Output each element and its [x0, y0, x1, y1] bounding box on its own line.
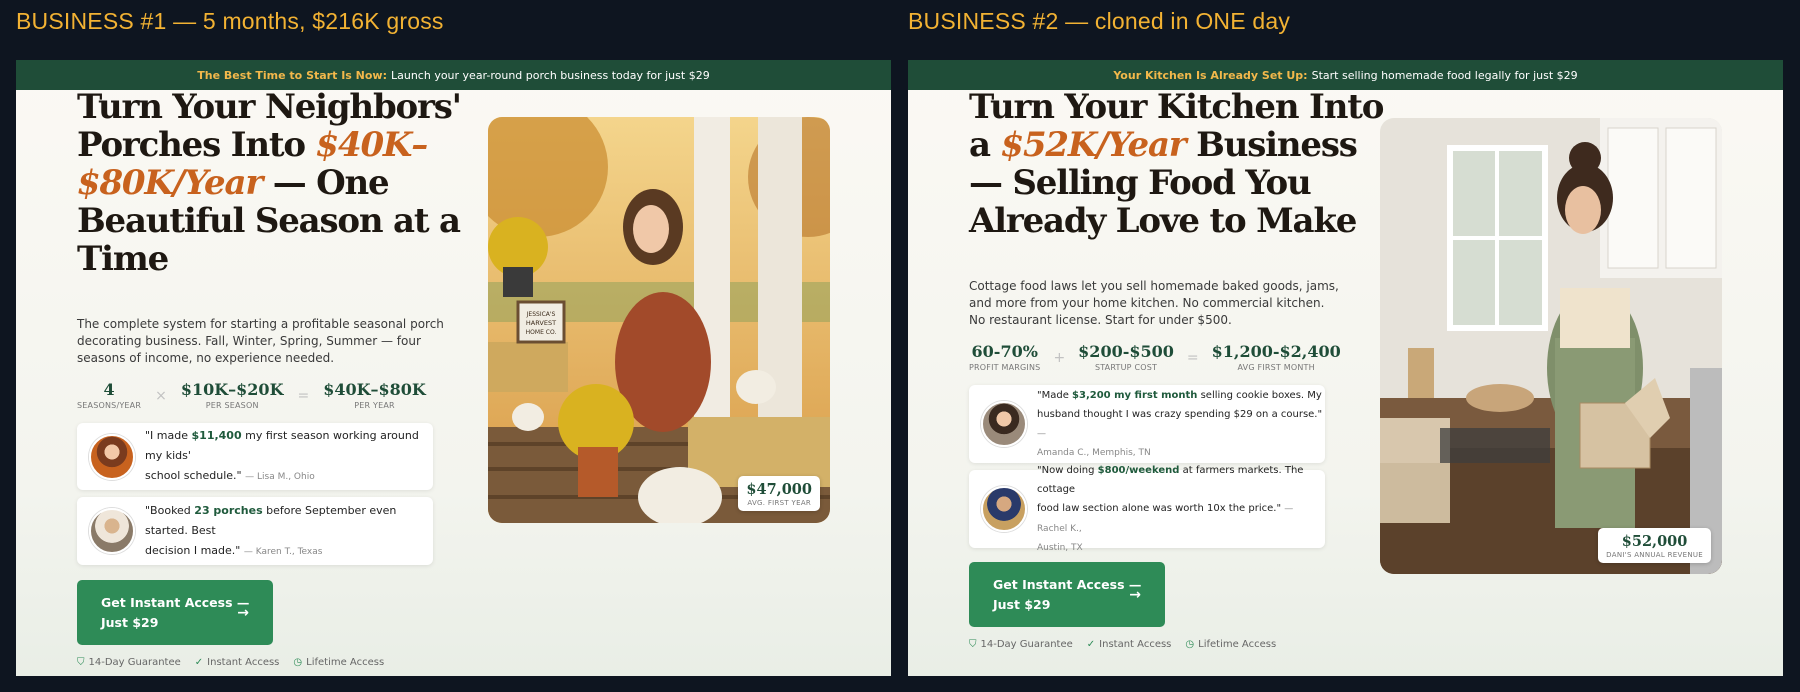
guarantee-row: ⛉ 14-Day Guarantee ✓ Instant Access ◷ Lifet… — [969, 639, 1276, 650]
headline-line: Already Love to Make — [969, 201, 1357, 241]
headline-line: Beautiful Season at a — [77, 201, 461, 241]
caption-business-1: BUSINESS #1 — 5 months, $216K gross — [16, 8, 444, 34]
avatar — [981, 486, 1027, 532]
stat-seasons: 4 SEASONS/YEAR — [77, 380, 142, 410]
hero-photo: $52,000 DANI'S ANNUAL REVENUE — [1380, 118, 1722, 574]
check-circle-icon: ✓ — [194, 657, 204, 668]
porch-photo-illustration: JESSICA'S HARVEST HOME CO. — [488, 117, 830, 523]
check-circle-icon: ✓ — [1086, 639, 1096, 650]
testimonial-card: "Booked 23 porches before September even… — [77, 497, 433, 565]
caption-business-2: BUSINESS #2 — cloned in ONE day — [908, 8, 1291, 34]
avatar — [981, 401, 1027, 447]
avatar — [89, 433, 135, 480]
clock-icon: ◷ — [1185, 639, 1195, 650]
arrow-right-icon: → — [1129, 586, 1141, 603]
headline-accent: $52K/Year — [1000, 125, 1186, 165]
headline-line: a $52K/Year Business — [969, 125, 1358, 165]
testimonial-text: "Now doing $800/weekend at farmers marke… — [1037, 461, 1325, 558]
guarantee-item: ⛉ 14-Day Guarantee — [969, 639, 1073, 650]
revenue-badge: $52,000 DANI'S ANNUAL REVENUE — [1598, 528, 1711, 563]
testimonial-card: "I made $11,400 my first season working … — [77, 423, 433, 490]
testimonial-text: "Booked 23 porches before September even… — [145, 503, 397, 557]
announcement-banner: The Best Time to Start Is Now: Launch yo… — [16, 60, 891, 90]
shield-icon: ⛉ — [969, 639, 977, 650]
stats-row: 4 SEASONS/YEAR × $10K–$20K PER SEASON = $4… — [77, 380, 426, 410]
testimonial-text: "I made $11,400 my first season working … — [145, 429, 419, 482]
arrow-right-icon: → — [237, 604, 249, 621]
plus-symbol: + — [1053, 350, 1066, 366]
headline-line: Porches Into $40K– — [77, 125, 429, 165]
equals-symbol: = — [1186, 350, 1199, 366]
landing-page-porch: The Best Time to Start Is Now: Launch yo… — [16, 60, 891, 676]
sign-text: HARVEST — [526, 319, 556, 327]
testimonial-author: — Lisa M., Ohio — [245, 472, 315, 482]
guarantee-row: ⛉ 14-Day Guarantee ✓ Instant Access ◷ Lifet… — [77, 657, 384, 668]
headline-line: Turn Your Kitchen Into — [969, 87, 1384, 127]
banner-text: Start selling homemade food legally for … — [1311, 68, 1578, 82]
banner-highlight: The Best Time to Start Is Now: — [197, 68, 387, 82]
guarantee-item: ⛉ 14-Day Guarantee — [77, 657, 181, 668]
banner-text: Launch your year-round porch business to… — [390, 68, 710, 82]
avatar — [89, 508, 135, 554]
sign-text: HOME CO. — [526, 329, 557, 336]
guarantee-item: ◷ Lifetime Access — [293, 657, 385, 668]
headline-accent: $40K– — [315, 125, 429, 165]
stat-first-month: $1,200-$2,400 AVG FIRST MONTH — [1211, 342, 1341, 372]
stats-row: 60-70% PROFIT MARGINS + $200-$500 STARTUP … — [969, 342, 1341, 372]
banner-highlight: Your Kitchen Is Already Set Up: — [1113, 68, 1308, 82]
headline-line: — Selling Food You — [969, 163, 1312, 203]
hero-photo: JESSICA'S HARVEST HOME CO. $47,000 AVG. … — [488, 117, 830, 523]
kitchen-photo-illustration — [1380, 118, 1722, 574]
page-title: Turn Your Neighbors' Porches Into $40K– … — [77, 87, 462, 279]
revenue-badge: $47,000 AVG. FIRST YEAR — [738, 476, 820, 511]
headline-line: Turn Your Neighbors' — [77, 87, 462, 127]
stat-per-season: $10K–$20K PER SEASON — [180, 380, 284, 410]
testimonial-text: "Made $3,200 my first month selling cook… — [1037, 386, 1325, 463]
clock-icon: ◷ — [293, 657, 303, 668]
subheadline: The complete system for starting a profi… — [77, 317, 444, 365]
headline-line: Time — [77, 239, 169, 279]
guarantee-item: ◷ Lifetime Access — [1185, 639, 1277, 650]
announcement-banner: Your Kitchen Is Already Set Up: Start se… — [908, 60, 1783, 90]
stat-startup-cost: $200-$500 STARTUP COST — [1078, 342, 1174, 372]
testimonial-author: Austin, TX — [1037, 542, 1083, 553]
sign-text: JESSICA'S — [526, 311, 556, 318]
get-instant-access-button[interactable]: Get Instant Access — Just $29 → — [969, 562, 1165, 627]
testimonial-author: — Karen T., Texas — [243, 546, 323, 557]
page-title: Turn Your Kitchen Into a $52K/Year Busin… — [969, 87, 1384, 241]
equals-symbol: = — [297, 388, 310, 404]
multiply-symbol: × — [155, 388, 167, 404]
get-instant-access-button[interactable]: Get Instant Access — Just $29 → — [77, 580, 273, 645]
guarantee-item: ✓ Instant Access — [1086, 639, 1172, 650]
headline-line: $80K/Year — One — [77, 163, 390, 203]
headline-accent: $80K/Year — [77, 163, 263, 203]
stat-profit-margins: 60-70% PROFIT MARGINS — [969, 342, 1041, 372]
shield-icon: ⛉ — [77, 657, 85, 668]
landing-page-kitchen: Your Kitchen Is Already Set Up: Start se… — [908, 60, 1783, 676]
testimonial-card: "Now doing $800/weekend at farmers marke… — [969, 465, 1325, 553]
guarantee-item: ✓ Instant Access — [194, 657, 280, 668]
subheadline: Cottage food laws let you sell homemade … — [969, 279, 1339, 327]
testimonial-card: "Made $3,200 my first month selling cook… — [969, 385, 1325, 463]
stat-per-year: $40K–$80K PER YEAR — [323, 380, 426, 410]
